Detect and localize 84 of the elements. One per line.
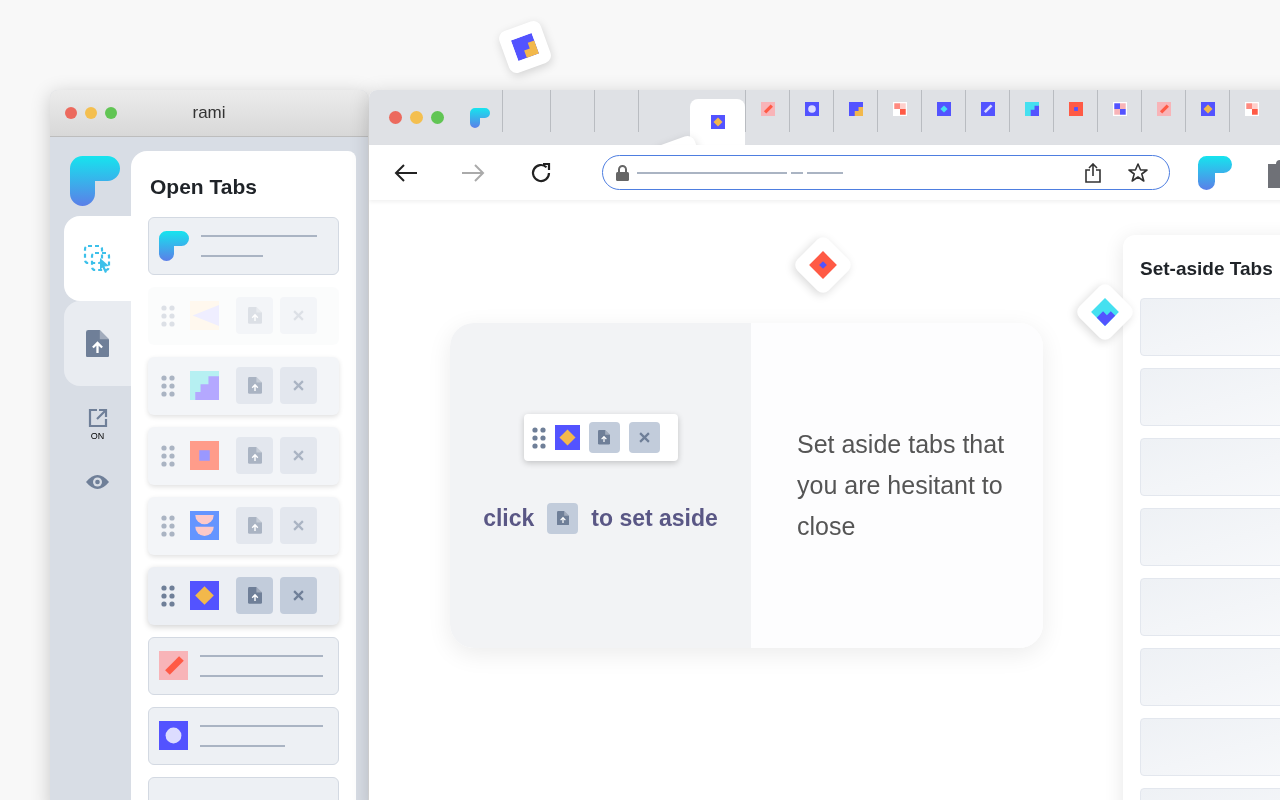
drag-handle-icon[interactable] — [531, 426, 546, 449]
file-upload-icon — [247, 307, 262, 324]
favicon-icon — [554, 425, 580, 450]
favicon-icon — [1156, 102, 1171, 116]
favicon-icon — [760, 102, 775, 116]
file-upload-icon — [247, 447, 262, 464]
text-placeholder-line — [807, 171, 843, 174]
forward-arrow-icon[interactable] — [461, 162, 485, 183]
lock-icon — [616, 164, 629, 181]
favicon-icon — [159, 651, 188, 680]
text-placeholder-line — [791, 171, 803, 174]
share-icon[interactable] — [1085, 162, 1101, 183]
window-title: rami — [191, 102, 227, 125]
close-icon — [293, 590, 304, 601]
hint-text: click — [483, 504, 535, 533]
tabs-select-icon — [82, 243, 113, 274]
set-aside-button[interactable] — [236, 507, 273, 544]
favicon-icon — [190, 441, 219, 470]
close-tab-button[interactable] — [280, 367, 317, 404]
file-upload-icon — [247, 587, 262, 604]
open-external-icon — [87, 408, 108, 428]
close-window-button[interactable] — [65, 107, 77, 119]
reload-icon[interactable] — [530, 161, 552, 184]
set-aside-button[interactable] — [236, 367, 273, 404]
close-icon — [293, 450, 304, 461]
tab-row[interactable] — [148, 356, 339, 415]
logo-icon — [159, 230, 189, 261]
tab-row[interactable] — [148, 496, 339, 555]
hint-text: to set aside — [591, 504, 718, 533]
favicon-icon — [710, 115, 725, 129]
panel-title: Open Tabs — [150, 174, 257, 200]
favicon-icon — [190, 371, 219, 400]
favicon-icon — [980, 102, 995, 116]
favicon-icon — [936, 102, 951, 116]
star-icon[interactable] — [1128, 163, 1148, 182]
favicon-icon — [1200, 102, 1215, 116]
eye-icon[interactable] — [86, 473, 109, 490]
file-upload-icon — [86, 329, 109, 358]
sidebar-tab[interactable] — [64, 301, 131, 386]
zoom-window-button[interactable] — [105, 107, 117, 119]
favicon-icon — [1244, 102, 1259, 116]
favicon-icon — [848, 102, 863, 116]
logo-icon — [1198, 155, 1232, 190]
close-tab-button[interactable] — [280, 577, 317, 614]
zoom-window-button[interactable] — [431, 111, 444, 124]
close-tab-button[interactable] — [280, 437, 317, 474]
favicon-icon — [190, 511, 219, 540]
close-icon — [293, 520, 304, 531]
close-icon — [293, 380, 304, 391]
close-icon — [638, 432, 650, 443]
tab-row[interactable] — [148, 566, 339, 625]
logo-icon — [69, 156, 120, 206]
favicon-icon — [190, 581, 219, 610]
file-upload-icon — [598, 430, 610, 445]
file-upload-icon — [247, 377, 262, 394]
set-aside-button[interactable] — [236, 437, 273, 474]
close-tab-button[interactable] — [280, 507, 317, 544]
back-arrow-icon[interactable] — [394, 162, 418, 183]
set-aside-button[interactable] — [236, 577, 273, 614]
drag-handle-icon[interactable] — [161, 444, 175, 467]
tab-row[interactable] — [148, 216, 339, 275]
minimize-window-button[interactable] — [410, 111, 423, 124]
description-text: Set aside tabs that you are hesitant to close — [797, 429, 1005, 542]
minimize-window-button[interactable] — [85, 107, 97, 119]
tab-row[interactable] — [148, 706, 339, 765]
favicon-icon — [804, 102, 819, 116]
open-external-toggle[interactable]: ON — [87, 408, 108, 444]
favicon-icon — [892, 102, 907, 116]
favicon-icon — [1024, 102, 1039, 116]
close-window-button[interactable] — [389, 111, 402, 124]
browser-tab[interactable] — [690, 99, 745, 145]
tab-row[interactable] — [148, 426, 339, 485]
favicon-icon — [1112, 102, 1127, 116]
sidebar-tab[interactable] — [64, 216, 131, 301]
file-upload-icon — [247, 517, 262, 534]
favicon-icon — [159, 721, 188, 750]
file-upload-icon — [556, 511, 569, 526]
favicon-icon — [1068, 102, 1083, 116]
drag-handle-icon[interactable] — [161, 514, 175, 537]
drag-handle-icon[interactable] — [161, 374, 175, 397]
panel-title: Set-aside Tabs — [1140, 257, 1274, 281]
text-placeholder-line — [201, 254, 263, 257]
logo-icon — [470, 107, 490, 128]
drag-handle-icon[interactable] — [161, 584, 175, 607]
